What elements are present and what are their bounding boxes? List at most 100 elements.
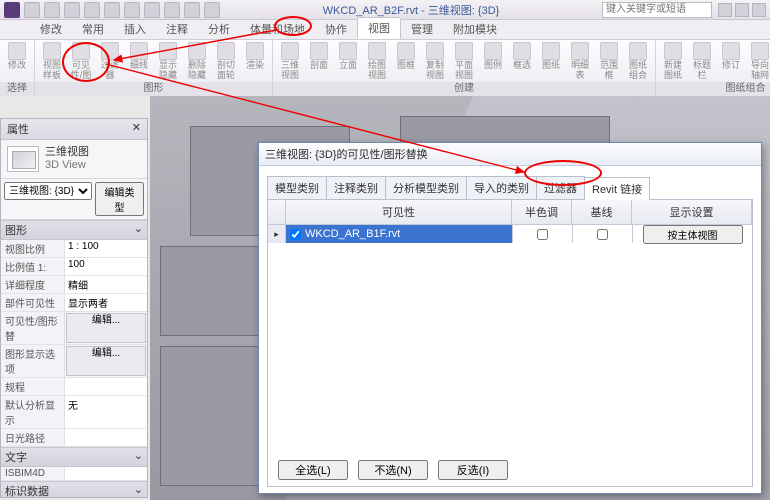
ribbon-icon [130,42,148,60]
props-category[interactable]: 图形⌄ [1,220,147,240]
ribbon-icon [368,42,386,60]
type-subname: 3D View [45,159,89,172]
props-value[interactable] [65,467,147,480]
dialog-tab-0[interactable]: 模型类别 [267,176,327,199]
props-value[interactable]: 显示两者 [65,294,147,311]
user-icon[interactable] [752,3,766,17]
dialog-tab-4[interactable]: 过滤器 [537,176,585,199]
qat-text-icon[interactable] [144,2,160,18]
link-name: WKCD_AR_B1F.rvt [305,228,400,240]
props-value[interactable]: 精细 [65,276,147,293]
dialog-tabs: 模型类别注释类别分析模型类别导入的类别过滤器Revit 链接 [267,176,753,199]
dialog-tab-1[interactable]: 注释类别 [327,176,386,199]
infocenter-icon[interactable] [718,3,732,17]
display-settings-button[interactable]: 按主体视图 [643,225,743,244]
ribbon-btn-2-12[interactable]: 图纸组合 [625,42,651,80]
ribbon-btn-1-2[interactable]: 过滤器 [97,42,123,80]
qat-open-icon[interactable] [24,2,40,18]
props-category[interactable]: 标识数据⌄ [1,481,147,497]
invert-selection-button[interactable]: 反选(I) [438,460,508,480]
ribbon-btn-2-8[interactable]: 框选 [509,42,535,80]
ribbon-tab-0[interactable]: 修改 [30,19,72,39]
ribbon-tab-8[interactable]: 管理 [401,19,443,39]
qat-undo-icon[interactable] [64,2,80,18]
qat-more-icon[interactable] [204,2,220,18]
ribbon-tab-1[interactable]: 常用 [72,19,114,39]
ribbon-btn-2-9[interactable]: 图纸 [538,42,564,80]
ribbon-btn-2-4[interactable]: 图框 [393,42,419,80]
ribbon-tab-7[interactable]: 视图 [357,17,401,39]
ribbon-btn-2-0[interactable]: 三维视图 [277,42,303,80]
props-edit-button[interactable]: 编辑... [66,313,146,343]
edit-type-button[interactable]: 编辑类型 [95,182,144,216]
ribbon-icon [43,42,61,60]
select-all-button[interactable]: 全选(L) [278,460,348,480]
props-row: 默认分析显示无 [1,396,147,429]
ribbon-icon [542,42,560,60]
props-edit-button[interactable]: 编辑... [66,346,146,376]
underlay-checkbox[interactable] [597,229,608,240]
ribbon-tab-6[interactable]: 协作 [315,19,357,39]
ribbon-btn-label: 图纸组合 [625,60,651,80]
ribbon-tab-4[interactable]: 分析 [198,19,240,39]
props-value[interactable] [65,429,147,446]
ribbon-icon [455,42,473,60]
props-row: 可见性/图形替编辑... [1,312,147,345]
dialog-tab-2[interactable]: 分析模型类别 [386,176,467,199]
ribbon-icon [310,42,328,60]
qat-save-icon[interactable] [44,2,60,18]
ribbon-btn-2-3[interactable]: 绘图视图 [364,42,390,80]
qat-print-icon[interactable] [104,2,120,18]
ribbon-icon [600,42,618,60]
props-value[interactable] [65,378,147,395]
close-icon[interactable]: ✕ [132,121,141,137]
ribbon-btn-2-1[interactable]: 剖面 [306,42,332,80]
ribbon-btn-3-0[interactable]: 新建图纸 [660,42,686,80]
props-value[interactable]: 100 [65,258,147,275]
search-input[interactable] [602,2,712,18]
props-category[interactable]: 文字⌄ [1,447,147,467]
ribbon-tab-5[interactable]: 体量和场地 [240,19,315,39]
ribbon-btn-2-11[interactable]: 范围框 [596,42,622,80]
ribbon-group-label: 图形 [35,82,272,96]
ribbon-btn-2-5[interactable]: 复制视图 [422,42,448,80]
ribbon-icon [281,42,299,60]
ribbon-btn-1-1[interactable]: 可见性/图形 [68,42,94,80]
ribbon-icon [246,42,264,60]
ribbon-btn-1-0[interactable]: 视图样板 [39,42,65,80]
ribbon-btn-3-3[interactable]: 导向轴网 [747,42,770,80]
grid-header: 可见性 半色调 基线 显示设置 [268,200,752,225]
ribbon-tab-9[interactable]: 附加模块 [443,19,507,39]
props-value[interactable]: 无 [65,396,147,428]
ribbon-btn-label: 修改 [8,60,26,80]
select-none-button[interactable]: 不选(N) [358,460,428,480]
ribbon-btn-2-6[interactable]: 平面视图 [451,42,477,80]
props-value[interactable]: 1 : 100 [65,240,147,257]
ribbon-btn-1-6[interactable]: 剖切面轮廓 [213,42,239,80]
ribbon-btn-3-1[interactable]: 标题栏 [689,42,715,80]
link-row[interactable]: ▸ WKCD_AR_B1F.rvt 按主体视图 [268,225,752,243]
dialog-tab-3[interactable]: 导入的类别 [467,176,537,199]
ribbon-btn-1-7[interactable]: 渲染 [242,42,268,80]
expand-icon[interactable]: ▸ [274,229,279,240]
ribbon-tab-2[interactable]: 插入 [114,19,156,39]
ribbon-btn-1-3[interactable]: 细线 [126,42,152,80]
ribbon-btn-2-10[interactable]: 明细表 [567,42,593,80]
qat-measure-icon[interactable] [124,2,140,18]
dialog-tab-5[interactable]: Revit 链接 [585,177,650,200]
link-visibility-checkbox[interactable] [290,229,301,240]
help-icon[interactable] [735,3,749,17]
ribbon-tab-3[interactable]: 注释 [156,19,198,39]
qat-redo-icon[interactable] [84,2,100,18]
ribbon-btn-2-2[interactable]: 立面 [335,42,361,80]
ribbon-btn-3-2[interactable]: 修订 [718,42,744,80]
ribbon-btn-2-7[interactable]: 图例 [480,42,506,80]
qat-sync-icon[interactable] [164,2,180,18]
instance-selector[interactable]: 三维视图: {3D} [4,182,92,200]
ribbon-btn-0-0[interactable]: 修改 [4,42,30,80]
halftone-checkbox[interactable] [537,229,548,240]
ribbon-btn-label: 显示隐藏线 [155,60,181,80]
ribbon-btn-1-5[interactable]: 删除隐藏线 [184,42,210,80]
props-key: 图形显示选项 [1,345,65,377]
ribbon-btn-1-4[interactable]: 显示隐藏线 [155,42,181,80]
